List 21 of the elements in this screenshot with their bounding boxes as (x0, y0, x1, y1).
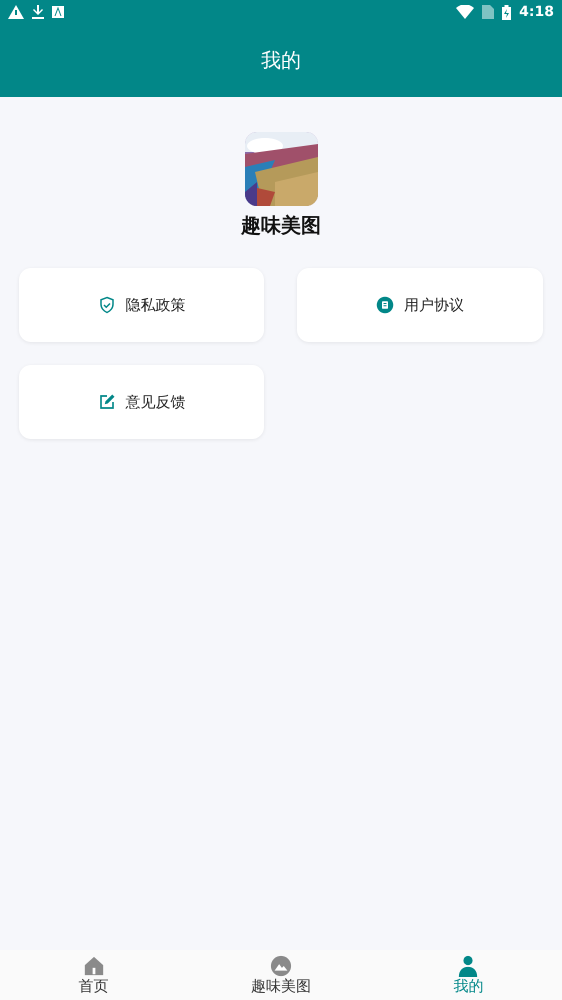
app-name: 趣味美图 (241, 212, 321, 239)
menu-card[interactable]: 隐私政策 (19, 268, 264, 342)
battery-icon (502, 4, 512, 20)
page-title: 我的 (260, 47, 302, 74)
nav-tab[interactable]: 趣味美图 (187, 950, 375, 1000)
wifi-icon (456, 5, 474, 19)
edit-icon (98, 393, 116, 411)
warning-icon (8, 5, 24, 19)
person-icon (457, 955, 480, 977)
home-icon (82, 955, 105, 977)
image-icon (270, 955, 292, 977)
sim-icon (482, 5, 494, 19)
menu-card[interactable]: 用户协议 (297, 268, 543, 342)
download-icon (32, 5, 44, 19)
menu-card[interactable]: 意见反馈 (19, 365, 264, 439)
shield-icon (98, 296, 116, 314)
nav-tab[interactable]: 我的 (374, 950, 562, 1000)
app-icon (52, 6, 64, 18)
nav-tab[interactable]: 首页 (0, 950, 188, 1000)
status-time: 4:18 (519, 4, 554, 20)
document-icon (376, 296, 394, 314)
